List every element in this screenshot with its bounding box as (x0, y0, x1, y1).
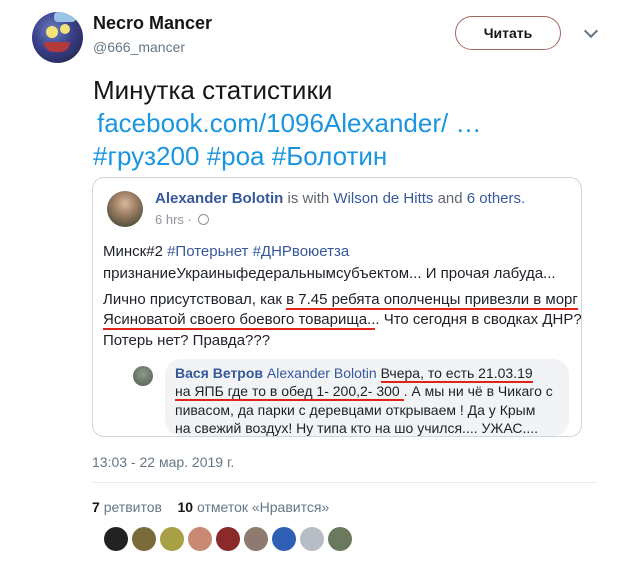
fb-line-3-a: Лично присутствовал, как (103, 291, 287, 308)
liker-avatar[interactable] (300, 527, 324, 551)
liker-avatar[interactable] (160, 527, 184, 551)
comment-avatar (133, 366, 153, 386)
comment-author: Вася Ветров (175, 365, 264, 381)
liker-avatar[interactable] (132, 527, 156, 551)
liker-avatar[interactable] (104, 527, 128, 551)
comment-line-1: Вася Ветров Alexander Bolotin Вчера, то … (175, 365, 533, 383)
author-avatar[interactable] (32, 12, 83, 63)
tweet-text: Минутка статистики facebook.com/1096Alex… (93, 74, 613, 173)
likes-count[interactable]: 10 (178, 499, 194, 515)
comment-line-3: пивасом, да парки с деревцами открываем … (175, 402, 536, 418)
liker-avatar[interactable] (188, 527, 212, 551)
fb-line-3-underlined: в 7.45 ребята ополченцы привезли в морг (286, 291, 578, 310)
fb-line-4-underlined: Ясиноватой своего боевого товарища.. (103, 311, 376, 330)
comment-line-2: на ЯПБ где то в обед 1- 200,2- 300 . А м… (175, 383, 553, 401)
hashtag-roa[interactable]: #роа (207, 141, 265, 171)
fb-is-with: is with (287, 190, 330, 207)
fb-line-4-b: . Что сегодня в сводках ДНР? (375, 311, 582, 328)
liker-avatar[interactable] (272, 527, 296, 551)
divider-top (92, 482, 597, 483)
fb-line-1-prefix: Минск#2 (103, 243, 163, 260)
likes-label[interactable]: отметок «Нравится» (197, 499, 329, 515)
comment-line-1-underlined: Вчера, то есть 21.03.19 (380, 365, 533, 383)
comment-line-2-underlined: на ЯПБ где то в обед 1- 200,2- 300 (175, 383, 404, 401)
fb-line-5: Потерь нет? Правда??? (103, 332, 271, 349)
tweet-timestamp[interactable]: 13:03 - 22 мар. 2019 г. (92, 454, 234, 470)
follow-button[interactable]: Читать (455, 16, 561, 50)
tweet-line-1: Минутка статистики (93, 75, 333, 105)
fb-post-time: 6 hrs · (155, 212, 209, 227)
fb-line-1: Минск#2 #Потерьнет #ДНРвоюетза (103, 243, 349, 260)
fb-others: 6 others. (466, 190, 526, 207)
fb-time-text: 6 hrs · (155, 212, 192, 227)
comment-line-2-b: . А мы ни чё в Чикаго с (403, 383, 553, 399)
globe-icon (197, 214, 209, 225)
liker-avatar[interactable] (216, 527, 240, 551)
avatar-eye-right (60, 24, 70, 34)
fb-author-avatar (107, 191, 143, 227)
hashtag-gruz200[interactable]: #груз200 (93, 141, 199, 171)
author-name[interactable]: Necro Mancer (93, 13, 212, 34)
fb-line-4: Ясиноватой своего боевого товарища... Чт… (103, 311, 582, 330)
hashtag-bolotin[interactable]: #Болотин (272, 141, 388, 171)
fb-line-2: признаниеУкраиныфедеральнымсубъектом... … (103, 265, 556, 282)
fb-author-name: Alexander Bolotin (155, 190, 284, 207)
fb-and: and (437, 190, 463, 207)
fb-line-3: Лично присутствовал, как в 7.45 ребята о… (103, 291, 578, 310)
fb-with-name: Wilson de Hitts (333, 190, 434, 207)
author-handle[interactable]: @666_mancer (93, 39, 185, 55)
tweet-stats: 7 ретвитов 10 отметок «Нравится» (92, 499, 329, 515)
liker-avatars (104, 527, 352, 551)
avatar-eye-left (46, 26, 58, 38)
comment-line-4: на свежий воздух! Ну типа кто на шо учил… (175, 420, 539, 436)
tweet-link[interactable]: facebook.com/1096Alexander/ … (97, 108, 481, 138)
chevron-down-icon[interactable] (583, 23, 599, 39)
liker-avatar[interactable] (244, 527, 268, 551)
comment-reply-to: Alexander Bolotin (266, 365, 377, 381)
fb-line-1-tags: #Потерьнет #ДНРвоюетза (167, 243, 350, 260)
avatar-hat (54, 12, 76, 22)
retweets-label[interactable]: ретвитов (104, 499, 162, 515)
liker-avatar[interactable] (328, 527, 352, 551)
avatar-mouth (44, 42, 70, 52)
quoted-facebook-post[interactable]: Alexander Bolotin is with Wilson de Hitt… (92, 177, 582, 437)
retweets-count[interactable]: 7 (92, 499, 100, 515)
fb-post-header: Alexander Bolotin is with Wilson de Hitt… (155, 190, 525, 207)
